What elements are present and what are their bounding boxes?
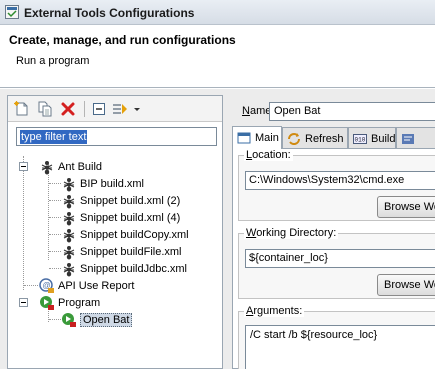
tree-guide — [49, 200, 61, 201]
tree-guide — [49, 251, 61, 252]
configuration-toolbar — [8, 96, 222, 122]
tab-label: Build — [371, 132, 396, 145]
configuration-list-pane: type filter text Ant Build BIP build.xml — [7, 95, 223, 369]
ant-icon — [63, 245, 75, 259]
browse-workspace-button[interactable]: Browse Wo — [377, 274, 435, 296]
tree-item-ant-build[interactable]: Ant Build — [39, 158, 102, 175]
tab-main[interactable]: Main — [232, 126, 282, 149]
ant-icon — [63, 262, 75, 276]
working-directory-label: Working Directory: — [244, 227, 339, 239]
arguments-label: Arguments: — [244, 305, 305, 317]
location-label: Location: — [244, 149, 293, 161]
tree-guide — [48, 164, 49, 260]
tree-item-label: Snippet build.xml (2) — [80, 194, 181, 207]
tree-item-label: Snippet buildJdbc.xml — [80, 262, 188, 275]
filter-icon[interactable] — [112, 101, 128, 117]
tree-item-label: Ant Build — [58, 160, 103, 173]
environment-icon — [402, 133, 414, 144]
refresh-icon — [288, 132, 300, 145]
external-tools-icon — [5, 5, 19, 19]
tree-item-api-use-report[interactable]: @ API Use Report — [39, 277, 134, 294]
tree-item-label: Snippet buildFile.xml — [80, 245, 182, 258]
tab-environment[interactable] — [396, 127, 435, 149]
tab-label: Refresh — [305, 132, 344, 145]
dialog-body: type filter text Ant Build BIP build.xml — [0, 89, 435, 369]
program-launch-icon — [62, 312, 76, 327]
ant-build-collapse-toggle[interactable] — [19, 162, 28, 171]
tree-item-ant-config[interactable]: Snippet buildCopy.xml — [61, 226, 189, 243]
duplicate-icon[interactable] — [37, 101, 53, 117]
tree-guide — [49, 319, 61, 320]
tree-guide — [23, 156, 24, 290]
tab-build[interactable]: 010 Build — [348, 127, 396, 149]
browse-workspace-button[interactable]: Browse Wo — [377, 196, 435, 218]
collapse-all-icon[interactable] — [91, 101, 107, 117]
tree-item-ant-config[interactable]: Snippet build.xml (2) — [61, 192, 180, 209]
tree-guide — [49, 183, 61, 184]
tree-item-open-bat[interactable]: Open Bat — [61, 311, 133, 328]
dialog-header: Create, manage, and run configurations R… — [0, 25, 435, 88]
name-field[interactable]: Open Bat — [269, 102, 435, 121]
tree-item-label: Snippet buildCopy.xml — [80, 228, 189, 241]
header-subtitle: Run a program — [16, 55, 90, 67]
tree-item-ant-config[interactable]: Snippet build.xml (4) — [61, 209, 180, 226]
tab-label: Main — [255, 132, 279, 144]
view-menu-icon[interactable] — [132, 101, 142, 117]
tree-item-ant-config[interactable]: Snippet buildFile.xml — [61, 243, 182, 260]
ant-icon — [63, 177, 75, 191]
tree-guide — [49, 268, 61, 269]
window-title: External Tools Configurations — [24, 6, 195, 20]
location-field[interactable]: C:\Windows\System32\cmd.exe — [245, 171, 435, 190]
toolbar-separator — [84, 101, 85, 117]
configuration-editor: Name: Open Bat Main Refresh 010 Build Lo… — [229, 89, 435, 369]
main-tab-panel: Location: C:\Windows\System32\cmd.exe Br… — [232, 148, 435, 369]
main-tab-icon — [237, 132, 251, 144]
tree-guide — [49, 234, 61, 235]
title-bar: External Tools Configurations — [0, 0, 435, 25]
tree-item-label: BIP build.xml — [80, 177, 144, 190]
tab-refresh[interactable]: Refresh — [282, 127, 348, 149]
tree-item-label: Program — [58, 296, 101, 309]
tree-item-label-selected: Open Bat — [80, 312, 133, 327]
build-icon: 010 — [353, 133, 367, 144]
ant-icon — [63, 211, 75, 225]
new-configuration-icon[interactable] — [14, 101, 30, 117]
program-launch-icon — [40, 295, 54, 310]
tree-guide — [24, 285, 38, 286]
delete-icon[interactable] — [60, 101, 76, 117]
tree-item-program[interactable]: Program — [39, 294, 100, 311]
svg-text:010: 010 — [355, 136, 366, 143]
tree-item-label: Snippet build.xml (4) — [80, 211, 181, 224]
arguments-field[interactable]: /C start /b ${resource_loc} — [245, 325, 435, 369]
program-collapse-toggle[interactable] — [19, 298, 28, 307]
working-directory-field[interactable]: ${container_loc} — [245, 249, 435, 268]
config-tabs: Main Refresh 010 Build — [232, 126, 435, 149]
tree-item-ant-config[interactable]: Snippet buildJdbc.xml — [61, 260, 187, 277]
ant-icon — [41, 160, 53, 174]
header-title: Create, manage, and run configurations — [9, 33, 236, 47]
ant-icon — [63, 194, 75, 208]
api-use-report-icon: @ — [39, 277, 54, 293]
ant-icon — [63, 228, 75, 242]
filter-text-selection: type filter text — [20, 130, 88, 144]
tree-item-ant-config[interactable]: BIP build.xml — [61, 175, 144, 192]
tree-item-label: API Use Report — [58, 279, 135, 292]
tree-guide — [49, 217, 61, 218]
filter-input-box[interactable]: type filter text — [16, 127, 217, 146]
